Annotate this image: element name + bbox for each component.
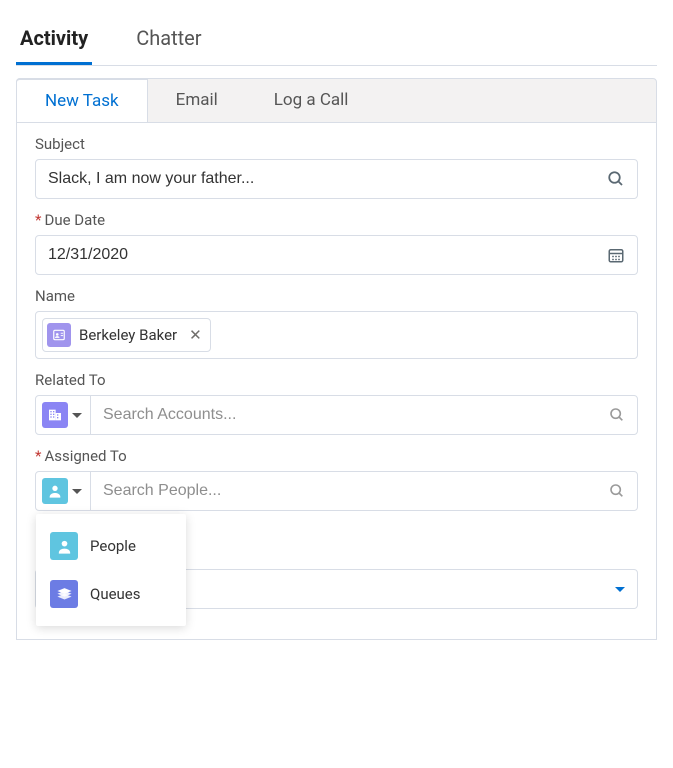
dropdown-option-label: Queues <box>90 585 141 603</box>
calendar-icon[interactable] <box>595 246 637 264</box>
field-related-to: Related To <box>35 371 638 435</box>
search-icon[interactable] <box>597 483 637 499</box>
dropdown-option-queues[interactable]: Queues <box>44 570 178 618</box>
tab-activity[interactable]: Activity <box>16 16 92 65</box>
dropdown-option-label: People <box>90 537 136 555</box>
field-subject: Subject <box>35 135 638 199</box>
due-date-label: Due Date <box>35 211 638 229</box>
person-icon <box>50 532 78 560</box>
subtab-email[interactable]: Email <box>148 79 246 122</box>
top-tabs: Activity Chatter <box>16 16 657 66</box>
subject-input[interactable] <box>36 161 595 197</box>
account-icon <box>42 402 68 428</box>
related-to-type-selector[interactable] <box>36 396 91 434</box>
new-task-form: Subject Due Date Name Berkeley Baker ✕ <box>16 123 657 640</box>
subject-label: Subject <box>35 135 638 153</box>
name-chip: Berkeley Baker ✕ <box>42 318 211 352</box>
subject-input-wrap <box>35 159 638 199</box>
assigned-to-type-dropdown: People Queues <box>36 514 186 626</box>
name-input-wrap[interactable]: Berkeley Baker ✕ <box>35 311 638 359</box>
assigned-to-input-wrap: People Queues <box>35 471 638 511</box>
chevron-down-icon <box>615 587 625 592</box>
name-chip-text: Berkeley Baker <box>79 326 177 344</box>
person-icon <box>42 478 68 504</box>
search-icon[interactable] <box>595 170 637 188</box>
assigned-to-type-selector[interactable] <box>36 472 91 510</box>
chevron-down-icon <box>72 489 82 494</box>
field-assigned-to: Assigned To People <box>35 447 638 511</box>
assigned-to-input[interactable] <box>91 473 597 509</box>
chevron-down-icon <box>72 413 82 418</box>
field-due-date: Due Date <box>35 211 638 275</box>
contact-icon <box>47 323 71 347</box>
subtabs: New Task Email Log a Call <box>16 78 657 123</box>
related-to-label: Related To <box>35 371 638 389</box>
subtab-new-task[interactable]: New Task <box>16 78 148 122</box>
tab-chatter[interactable]: Chatter <box>132 16 205 65</box>
dropdown-option-people[interactable]: People <box>44 522 178 570</box>
search-icon[interactable] <box>597 407 637 423</box>
assigned-to-label: Assigned To <box>35 447 638 465</box>
related-to-input[interactable] <box>91 397 597 433</box>
queue-icon <box>50 580 78 608</box>
due-date-input[interactable] <box>36 237 595 273</box>
due-date-input-wrap <box>35 235 638 275</box>
field-name: Name Berkeley Baker ✕ <box>35 287 638 359</box>
related-to-input-wrap <box>35 395 638 435</box>
remove-chip-button[interactable]: ✕ <box>185 326 202 344</box>
subtab-log-call[interactable]: Log a Call <box>246 79 377 122</box>
name-label: Name <box>35 287 638 305</box>
